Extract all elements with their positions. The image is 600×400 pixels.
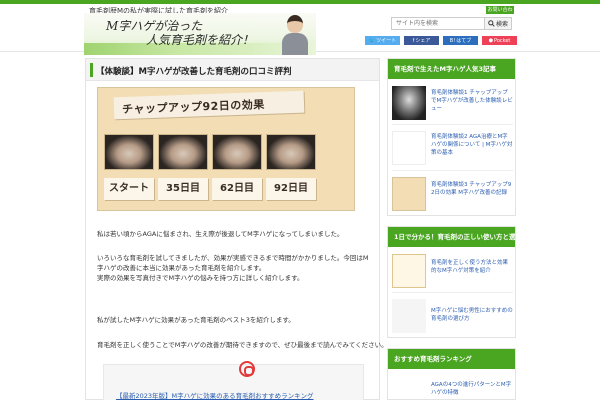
facebook-share-button[interactable]: f シェア	[404, 36, 439, 45]
contact-button[interactable]: お問い合わせ	[486, 6, 514, 21]
entry-thumbnail	[392, 131, 426, 165]
popular-entry-2[interactable]: 育毛剤体験談2 AGA治療とM字ハゲの関係について | M字ハゲ対策の基本	[392, 127, 513, 171]
guide-entry-2[interactable]: M字ハゲに悩む男性におすすめの育毛剤の選び方	[392, 295, 513, 337]
twitter-share-label: ツイート	[376, 38, 397, 44]
sidebar-widget-ranking: おすすめ育毛剤ランキング AGAの4つの進行パターンとM字ハゲの特徴	[387, 348, 516, 400]
sidebar-widget-popular: 育毛剤で生えたM字ハゲ人気3記事 育毛剤体験談1 チャップアップでM字ハゲが改善…	[387, 58, 516, 216]
entry-thumbnail	[392, 177, 426, 211]
hatena-share-button[interactable]: B! はてブ	[443, 36, 478, 45]
entry-thumbnail	[392, 86, 426, 120]
hatena-icon: B!	[449, 37, 456, 44]
main-article: 【体験談】M字ハゲが改善した育毛剤の口コミ評判 チャップアップ92日の効果 スタ…	[85, 58, 388, 400]
title-accent	[90, 63, 93, 77]
search-button[interactable]: 検索	[485, 17, 512, 30]
entry-link[interactable]: M字ハゲに悩む男性におすすめの育毛剤の選び方	[431, 307, 513, 323]
widget-title-popular: 育毛剤で生えたM字ハゲ人気3記事	[388, 59, 515, 79]
article-paragraph-4: 私が試したM字ハゲに効果があった育毛剤のベスト3を紹介します。	[97, 316, 295, 324]
site-header: 育毛剤歴Mの私が実際に試した育毛剤を紹介 M字ハゲが治った 人気育毛剤を紹介！ …	[0, 4, 600, 55]
twitter-icon: 🐦	[368, 37, 376, 44]
widget-title-ranking: おすすめ育毛剤ランキング	[388, 349, 515, 369]
search-icon	[488, 20, 495, 27]
day-label-start: スタート	[104, 178, 154, 200]
related-article-link[interactable]: 【最新2023年版】M字ハゲに効果のある育毛剤おすすめランキング	[116, 390, 313, 400]
entry-link[interactable]: AGAの4つの進行パターンとM字ハゲの特徴	[431, 381, 513, 397]
article-title: 【体験談】M字ハゲが改善した育毛剤の口コミ評判	[96, 67, 292, 77]
entry-link[interactable]: 育毛剤体験談1 チャップアップでM字ハゲが改善した体験談レビュー	[431, 89, 513, 113]
entry-thumbnail	[392, 299, 426, 333]
scalp-photo-day62	[212, 134, 262, 170]
widget-title-guide: 1日で分かる！育毛剤の正しい使い方と選び方	[388, 227, 529, 247]
ranking-entry-1[interactable]: AGAの4つの進行パターンとM字ハゲの特徴	[392, 373, 513, 399]
hero-label: チャップアップ92日の効果	[113, 90, 305, 120]
article-paragraph-2: いろいろな育毛剤を試してきましたが、効果が実感できるまで時間がかかりました。今回…	[97, 254, 369, 272]
day-label-35: 35日目	[158, 178, 208, 200]
pocket-icon: ⬢	[488, 37, 493, 44]
day-label-92: 92日目	[266, 178, 316, 200]
day-label-62: 62日目	[212, 178, 262, 200]
search-input[interactable]	[391, 17, 485, 30]
scalp-photo-start	[104, 134, 154, 170]
article-paragraph-5: 育毛剤を正しく使うことでM字ハゲの改善が期待できますので、ぜひ最後まで読んでみて…	[97, 341, 388, 349]
article-paragraph-1: 私は若い頃からAGAに悩まされ、生え際が後退してM字ハゲになってしまいました。	[97, 230, 344, 238]
twitter-share-button[interactable]: 🐦 ツイート	[365, 36, 400, 45]
guide-entry-1[interactable]: 育毛剤を正しく使う方法と効果的なM字ハゲ対策を紹介	[392, 251, 513, 293]
author-photo	[280, 15, 310, 55]
entry-thumbnail	[392, 254, 426, 288]
article-title-bar: 【体験談】M字ハゲが改善した育毛剤の口コミ評判	[86, 59, 379, 81]
scalp-photo-day92	[266, 134, 316, 170]
scalp-photo-day35	[158, 134, 208, 170]
entry-link[interactable]: 育毛剤を正しく使う方法と効果的なM字ハゲ対策を紹介	[431, 259, 513, 275]
paperclip-icon	[239, 361, 255, 377]
entry-link[interactable]: 育毛剤体験談2 AGA治療とM字ハゲの関係について | M字ハゲ対策の基本	[431, 133, 513, 157]
hero-title: チャップアップ92日の効果	[121, 98, 265, 117]
banner-headline-2: 人気育毛剤を紹介！	[146, 33, 255, 47]
facebook-icon: f	[412, 37, 415, 44]
article-paragraph-3: 実際の効果を写真付きでM字ハゲの悩みを持つ方に詳しく紹介します。	[97, 274, 304, 282]
site-logo-banner[interactable]: M字ハゲが治った 人気育毛剤を紹介！	[84, 13, 316, 55]
author-body	[282, 33, 308, 55]
related-article-box: 【最新2023年版】M字ハゲに効果のある育毛剤おすすめランキング	[103, 361, 364, 400]
search-form: 検索	[391, 17, 512, 30]
popular-entry-3[interactable]: 育毛剤体験談3 チャップアップ92日の効果 M字ハゲ改善の記録	[392, 173, 513, 215]
pocket-share-label: Pocket	[493, 37, 511, 44]
hero-image: チャップアップ92日の効果 スタート 35日目 62日目 92日目	[97, 87, 355, 211]
search-button-label: 検索	[495, 21, 508, 28]
entry-thumbnail	[392, 375, 426, 399]
popular-entry-1[interactable]: 育毛剤体験談1 チャップアップでM字ハゲが改善した体験談レビュー	[392, 83, 513, 125]
pocket-share-button[interactable]: ⬢ Pocket	[482, 36, 517, 45]
entry-link[interactable]: 育毛剤体験談3 チャップアップ92日の効果 M字ハゲ改善の記録	[431, 181, 513, 197]
hatena-share-label: はてブ	[456, 38, 472, 44]
share-buttons: 🐦 ツイート f シェア B! はてブ ⬢ Pocket	[365, 36, 517, 45]
sidebar-widget-guide: 1日で分かる！育毛剤の正しい使い方と選び方 育毛剤を正しく使う方法と効果的なM字…	[387, 226, 529, 338]
facebook-share-label: シェア	[415, 38, 431, 44]
author-head	[287, 15, 303, 33]
